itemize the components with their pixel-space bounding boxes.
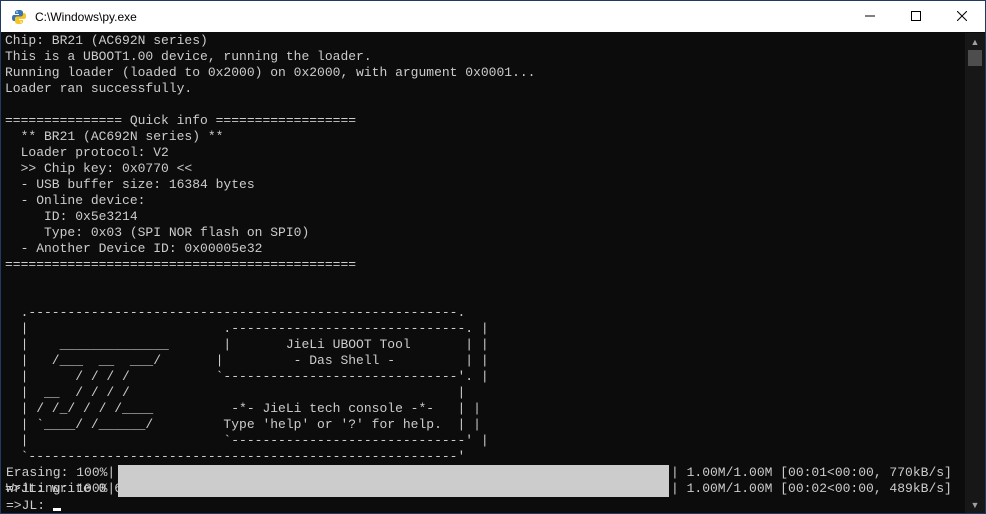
console-line: - Online device:: [5, 193, 146, 208]
console-line: | ______________ | JieLi UBOOT Tool | |: [5, 337, 489, 352]
console-line: .---------------------------------------…: [5, 305, 466, 320]
console-line: Running loader (loaded to 0x2000) on 0x2…: [5, 65, 536, 80]
console-line: ** BR21 (AC692N series) **: [5, 129, 224, 144]
progress-label: Writing: 100%|: [6, 481, 116, 496]
close-button[interactable]: [939, 1, 985, 32]
console-line: | `------------------------------' |: [5, 433, 489, 448]
prompt-line[interactable]: =>JL:: [6, 498, 61, 513]
console-line: | / /_/ / / /____ -*- JieLi tech console…: [5, 401, 481, 416]
progress-bar: [118, 465, 669, 481]
progress-bar: [118, 481, 669, 497]
console-line: Chip: BR21 (AC692N series): [5, 33, 208, 48]
minimize-button[interactable]: [847, 1, 893, 32]
console-line: >> Chip key: 0x0770 <<: [5, 161, 193, 176]
console-line: Type: 0x03 (SPI NOR flash on SPI0): [5, 225, 310, 240]
maximize-button[interactable]: [893, 1, 939, 32]
console-line: - USB buffer size: 16384 bytes: [5, 177, 255, 192]
progress-stats: | 1.00M/1.00M [00:01<00:00, 770kB/s]: [671, 465, 952, 480]
console-line: =============== Quick info =============…: [5, 113, 357, 128]
console-line: Loader protocol: V2: [5, 145, 169, 160]
scroll-up-icon[interactable]: ▲: [965, 33, 985, 50]
text-cursor: [52, 508, 61, 511]
console-line: - Another Device ID: 0x00005e32: [5, 241, 263, 256]
maximize-icon: [911, 8, 921, 26]
console-line: This is a UBOOT1.00 device, running the …: [5, 49, 372, 64]
progress-line-writing: Writing: 100%| | 1.00M/1.00M [00:02<00:0…: [5, 481, 965, 497]
console-output[interactable]: Chip: BR21 (AC692N series) This is a UBOO…: [5, 33, 965, 513]
progress-stats: | 1.00M/1.00M [00:02<00:00, 489kB/s]: [671, 481, 952, 496]
progress-label: Erasing: 100%|: [6, 465, 116, 480]
console-line: | /___ __ ___/ | - Das Shell - | |: [5, 353, 489, 368]
console-line: | / / / / `-----------------------------…: [5, 369, 489, 384]
vertical-scrollbar[interactable]: ▲ ▼: [965, 33, 985, 513]
python-icon: [11, 9, 27, 25]
console-text: Chip: BR21 (AC692N series) This is a UBOO…: [5, 33, 965, 497]
console-line: Loader ran successfully.: [5, 81, 193, 96]
console-window: C:\Windows\py.exe Chip: BR21 (AC692N ser…: [0, 0, 986, 514]
console-line: ========================================…: [5, 257, 357, 272]
close-icon: [956, 8, 968, 26]
window-title: C:\Windows\py.exe: [35, 10, 137, 24]
scroll-down-icon[interactable]: ▼: [965, 496, 985, 513]
console-line: | __ / / / / |: [5, 385, 466, 400]
minimize-icon: [865, 8, 875, 26]
console-line: `---------------------------------------…: [5, 449, 466, 464]
scrollbar-thumb[interactable]: [968, 50, 982, 66]
console-line: | `____/ /______/ Type 'help' or '?' for…: [5, 417, 481, 432]
console-line: | .------------------------------. |: [5, 321, 489, 336]
title-bar[interactable]: C:\Windows\py.exe: [1, 1, 985, 32]
progress-line-erasing: Erasing: 100%| | 1.00M/1.00M [00:01<00:0…: [5, 465, 965, 481]
console-line: ID: 0x5e3214: [5, 209, 138, 224]
prompt: =>JL:: [6, 498, 53, 513]
